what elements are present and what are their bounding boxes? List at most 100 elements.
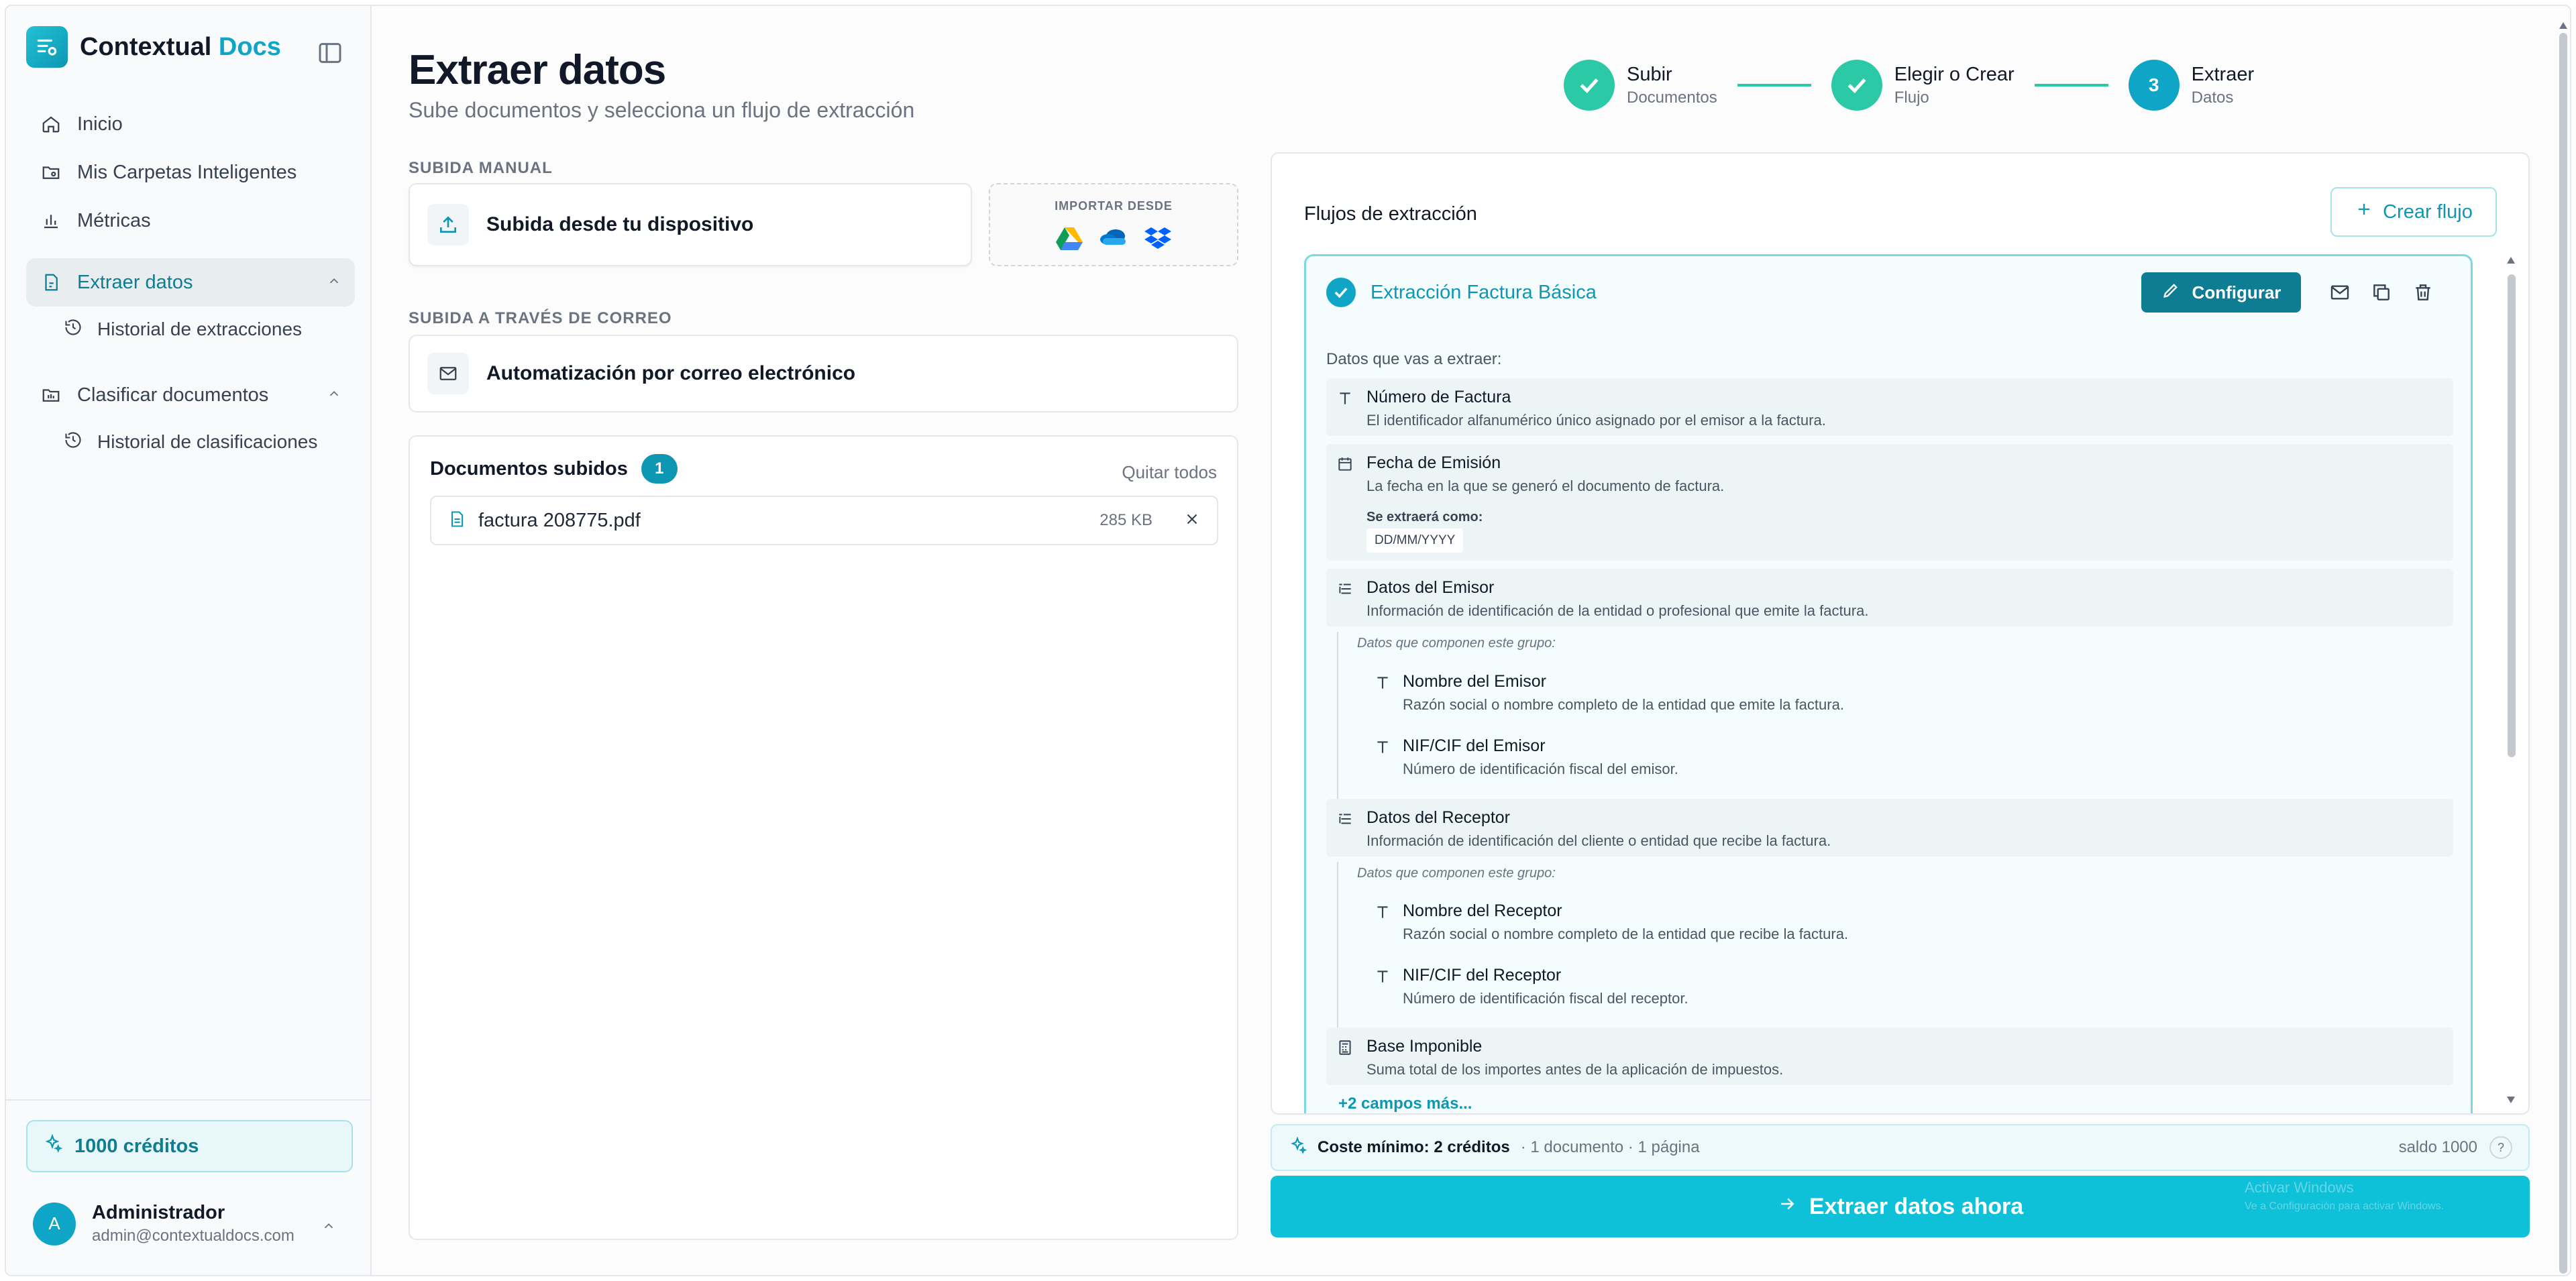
onedrive-icon[interactable] xyxy=(1099,226,1128,254)
user-menu[interactable]: A Administrador admin@contextualdocs.com xyxy=(33,1202,294,1245)
subfield-nombre-receptor: Nombre del Receptor Razón social o nombr… xyxy=(1373,896,2433,952)
upload-icon xyxy=(427,204,469,245)
history-icon xyxy=(64,431,83,454)
brand-name: Contextual Docs xyxy=(80,32,281,61)
window-scroll-thumb[interactable] xyxy=(2559,33,2567,1274)
import-from-panel: IMPORTAR DESDE xyxy=(989,183,1238,266)
extract-now-label: Extraer datos ahora xyxy=(1809,1193,2024,1219)
remove-all-link[interactable]: Quitar todos xyxy=(1122,462,1217,483)
file-name: factura 208775.pdf xyxy=(478,509,641,531)
page-title: Extraer datos xyxy=(409,47,666,93)
sidebar-toggle-icon[interactable] xyxy=(317,40,343,66)
brand[interactable]: Contextual Docs xyxy=(26,26,281,68)
classify-icon xyxy=(40,384,62,406)
sidebar-item-clasificar[interactable]: Clasificar documentos xyxy=(26,371,355,419)
create-flow-button[interactable]: Crear flujo xyxy=(2330,187,2497,237)
sidebar-item-label: Historial de extracciones xyxy=(97,319,303,339)
arrow-right-icon xyxy=(1777,1194,1797,1220)
subfield-nombre-emisor: Nombre del Emisor Razón social o nombre … xyxy=(1373,667,2433,723)
close-icon[interactable] xyxy=(1183,510,1201,531)
text-type-icon xyxy=(1373,738,1392,757)
flows-scroll-thumb[interactable] xyxy=(2508,274,2516,757)
cost-label: Coste mínimo: 2 créditos xyxy=(1318,1138,1510,1156)
step-extraer[interactable]: 3 Extraer Datos xyxy=(2128,60,2255,111)
field-description: Razón social o nombre completo de la ent… xyxy=(1403,696,1844,713)
pencil-icon xyxy=(2161,281,2180,304)
group-list-icon xyxy=(1336,810,1354,828)
text-type-icon xyxy=(1373,903,1392,922)
help-icon[interactable]: ? xyxy=(2489,1136,2512,1159)
create-flow-label: Crear flujo xyxy=(2383,201,2473,223)
email-automation-button[interactable]: Automatización por correo electrónico xyxy=(409,335,1238,412)
main-content: Extraer datos Sube documentos y seleccio… xyxy=(373,6,2570,1275)
chevron-up-icon[interactable] xyxy=(327,384,341,406)
mail-icon xyxy=(427,353,469,394)
sidebar-item-historial-clasificaciones[interactable]: Historial de clasificaciones xyxy=(26,419,355,465)
credits-label: 1000 créditos xyxy=(74,1135,199,1157)
app-window: Contextual Docs Inicio Mis Carpetas Inte… xyxy=(5,5,2571,1276)
group-label: Datos que componen este grupo: xyxy=(1357,866,1556,881)
manual-upload-label: SUBIDA MANUAL xyxy=(409,159,553,177)
field-datos-emisor: Datos del Emisor Información de identifi… xyxy=(1326,569,2453,626)
field-name: Base Imponible xyxy=(1366,1037,1483,1056)
field-numero-factura: Número de Factura El identificador alfan… xyxy=(1326,378,2453,436)
folder-icon xyxy=(40,161,62,184)
trash-icon[interactable] xyxy=(2412,282,2434,307)
uploaded-documents-title: Documentos subidos xyxy=(430,457,628,480)
import-label: IMPORTAR DESDE xyxy=(1055,199,1173,213)
step-subtitle: Datos xyxy=(2191,88,2234,107)
credits-badge[interactable]: 1000 créditos xyxy=(26,1120,353,1172)
fields-label: Datos que vas a extraer: xyxy=(1326,350,1502,368)
file-row: factura 208775.pdf 285 KB xyxy=(430,496,1218,545)
sidebar-item-metricas[interactable]: Métricas xyxy=(26,197,355,245)
sidebar-item-label: Inicio xyxy=(77,113,123,135)
chevron-up-icon[interactable] xyxy=(321,1219,336,1237)
sidebar-item-carpetas[interactable]: Mis Carpetas Inteligentes xyxy=(26,148,355,197)
copy-icon[interactable] xyxy=(2371,282,2392,307)
more-fields-link[interactable]: +2 campos más... xyxy=(1338,1095,1472,1113)
cost-summary: Coste mínimo: 2 créditos · 1 documento ·… xyxy=(1271,1124,2530,1171)
field-description: Razón social o nombre completo de la ent… xyxy=(1403,926,1849,942)
google-drive-icon[interactable] xyxy=(1056,226,1083,254)
plus-icon xyxy=(2355,200,2373,224)
sidebar-item-label: Extraer datos xyxy=(77,271,193,293)
mail-icon[interactable] xyxy=(2329,282,2351,307)
field-name: Datos del Receptor xyxy=(1366,808,1511,827)
cost-details: · 1 documento · 1 página xyxy=(1520,1138,1700,1156)
field-datos-receptor: Datos del Receptor Información de identi… xyxy=(1326,799,2453,856)
subfield-nif-emisor: NIF/CIF del Emisor Número de identificac… xyxy=(1373,731,2433,787)
field-description: Suma total de los importes antes de la a… xyxy=(1366,1061,1784,1078)
text-type-icon xyxy=(1373,967,1392,986)
flow-card-selected[interactable]: Extracción Factura Básica Configurar Dat… xyxy=(1304,254,2473,1113)
step-title: Extraer xyxy=(2191,63,2255,85)
step-title: Elegir o Crear xyxy=(1894,63,2015,85)
stepper: Subir Documentos Elegir o Crear Flujo 3 Ex… xyxy=(1564,60,2254,111)
chevron-up-icon[interactable] xyxy=(327,272,341,294)
sidebar-item-historial-extracciones[interactable]: Historial de extracciones xyxy=(26,307,355,352)
subfield-nif-receptor: NIF/CIF del Receptor Número de identific… xyxy=(1373,960,2433,1017)
sidebar-item-extraer[interactable]: Extraer datos xyxy=(26,258,355,307)
avatar: A xyxy=(33,1202,76,1245)
extraction-flows-panel: Flujos de extracción Crear flujo Extracc… xyxy=(1271,152,2530,1115)
field-name: Nombre del Emisor xyxy=(1403,672,1546,691)
history-icon xyxy=(64,318,83,341)
field-name: Número de Factura xyxy=(1366,388,1511,406)
home-icon xyxy=(40,113,62,135)
group-label: Datos que componen este grupo: xyxy=(1357,636,1556,651)
field-description: Información de identificación del client… xyxy=(1366,832,1831,849)
documents-count-badge: 1 xyxy=(641,454,678,484)
step-subir[interactable]: Subir Documentos xyxy=(1564,60,1717,111)
sidebar-item-inicio[interactable]: Inicio xyxy=(26,100,355,148)
field-name: Fecha de Emisión xyxy=(1366,453,1501,472)
device-upload-button[interactable]: Subida desde tu dispositivo xyxy=(409,183,972,266)
sparkles-icon xyxy=(1288,1136,1307,1160)
field-description: Número de identificación fiscal del emis… xyxy=(1403,761,1678,777)
configure-button[interactable]: Configurar xyxy=(2141,272,2301,313)
dropbox-icon[interactable] xyxy=(1144,226,1171,254)
brand-logo-icon xyxy=(26,26,68,68)
date-format-pill: DD/MM/YYYY xyxy=(1366,528,1464,553)
group-list-icon xyxy=(1336,579,1354,598)
field-description: La fecha en la que se generó el document… xyxy=(1366,478,1725,494)
device-upload-label: Subida desde tu dispositivo xyxy=(486,213,754,235)
step-elegir[interactable]: Elegir o Crear Flujo xyxy=(1831,60,2015,111)
